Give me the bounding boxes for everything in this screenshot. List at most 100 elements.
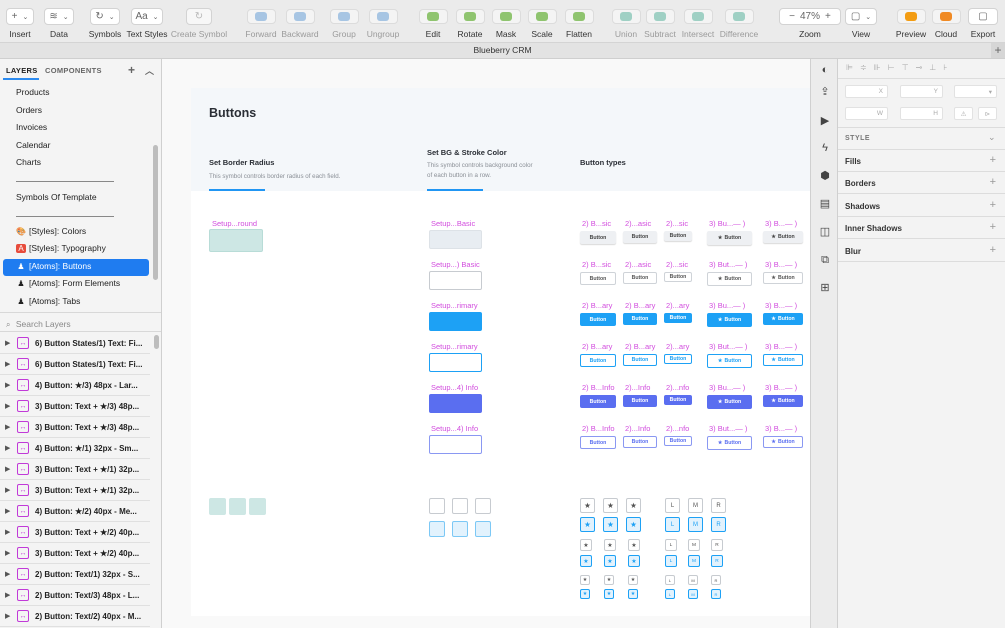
star-icon-button[interactable]: ★ [580, 589, 590, 599]
add-icon[interactable]: + [990, 154, 996, 166]
button-symbol[interactable]: ★ Button [707, 272, 752, 286]
layer-row[interactable]: ▶ ↔ 4) Button: ★/2) 40px - Me... [0, 501, 150, 522]
add-icon[interactable]: + [990, 199, 996, 211]
color-swatch-outline[interactable] [452, 498, 468, 514]
star-icon-button[interactable]: ★ [628, 575, 638, 585]
star-icon-button[interactable]: ★ [604, 539, 616, 551]
size-icon-button[interactable]: L [665, 539, 677, 551]
align-bottom-icon[interactable]: ⊥ [929, 63, 936, 78]
add-tab-icon[interactable]: + [991, 43, 1005, 58]
radius-swatch-small[interactable] [209, 498, 226, 515]
size-icon-button[interactable]: R [711, 555, 723, 567]
size-icon-button[interactable]: L [665, 589, 675, 599]
inspector-section-fills[interactable]: Fills + [838, 150, 1005, 172]
layer-search[interactable]: ⌕ Search Layers [0, 312, 161, 332]
button-symbol[interactable]: ★ Button [763, 395, 803, 407]
size-icon-button[interactable]: M [688, 539, 700, 551]
size-icon-button[interactable]: M [688, 575, 698, 585]
view-icon[interactable]: ▢ ⌄ [845, 8, 877, 25]
tab-layers[interactable]: LAYERS [6, 66, 38, 75]
button-symbol[interactable]: Button [580, 313, 616, 326]
add-page-icon[interactable]: + [128, 63, 135, 77]
disclosure-triangle-icon[interactable]: ▶ [5, 423, 14, 431]
button-symbol[interactable]: Button [580, 231, 616, 244]
color-setup-swatch[interactable] [429, 435, 482, 454]
search-input[interactable]: Search Layers [16, 319, 71, 329]
star-icon-button[interactable]: ★ [626, 517, 641, 532]
star-icon-button[interactable]: ★ [628, 539, 640, 551]
button-symbol[interactable]: ★ Button [707, 354, 752, 368]
page-item[interactable]: A [Styles]: Typography [16, 243, 106, 254]
size-icon-button[interactable]: L [665, 555, 677, 567]
y-field[interactable]: Y [900, 85, 943, 98]
star-icon-button[interactable]: ★ [603, 498, 618, 513]
button-symbol[interactable]: ★ Button [763, 313, 803, 325]
layer-row[interactable]: ▶ ↔ 3) Button: Text + ★/3) 48p... [0, 396, 150, 417]
layer-row[interactable]: ▶ ↔ 3) Button: Text + ★/2) 40p... [0, 543, 150, 564]
button-symbol[interactable]: ★ Button [707, 395, 752, 409]
upload-icon[interactable]: ⇪ [818, 85, 832, 99]
button-symbol[interactable]: ★ Button [763, 231, 803, 243]
disclosure-triangle-icon[interactable]: ▶ [5, 444, 14, 452]
crop-icon[interactable]: ⧉ [818, 253, 832, 267]
radius-swatch-small[interactable] [249, 498, 266, 515]
page-item[interactable]: Symbols Of Template [16, 192, 97, 202]
button-symbol[interactable]: Button [623, 395, 657, 407]
color-swatch-blue[interactable] [475, 521, 491, 537]
add-icon[interactable]: + [990, 176, 996, 188]
page-item[interactable]: Products [16, 87, 50, 97]
disclosure-triangle-icon[interactable]: ▶ [5, 612, 14, 620]
button-symbol[interactable]: Button [623, 354, 657, 366]
page-item[interactable]: ♟ [Atoms]: Tabs [16, 296, 80, 306]
inspector-section-blur[interactable]: Blur + [838, 240, 1005, 262]
layer-row[interactable]: ▶ ↔ 3) Button: Text + ★/3) 48p... [0, 417, 150, 438]
layer-row[interactable]: ▶ ↔ 6) Button States/1) Text: Fi... [0, 333, 150, 354]
star-icon-button[interactable]: ★ [604, 575, 614, 585]
size-icon-button[interactable]: L [665, 498, 680, 513]
align-right-icon[interactable]: ⊪ [874, 63, 881, 78]
size-icon-button[interactable]: M [688, 589, 698, 599]
size-icon-button[interactable]: R [711, 575, 721, 585]
add-icon[interactable]: + [990, 221, 996, 233]
toolbar-export[interactable]: ▢ Export [948, 0, 1005, 42]
star-icon-button[interactable]: ★ [628, 555, 640, 567]
star-icon-button[interactable]: ★ [626, 498, 641, 513]
button-symbol[interactable]: Button [664, 436, 692, 446]
hexagon-icon[interactable]: ⬢ [818, 169, 832, 183]
align-top-icon[interactable]: ⊤ [902, 63, 909, 78]
star-icon-button[interactable]: ★ [604, 555, 616, 567]
disclosure-triangle-icon[interactable]: ▶ [5, 381, 14, 389]
flatten-icon[interactable] [564, 8, 594, 25]
sketch-style-icon[interactable]: ◐ [818, 63, 832, 77]
size-icon-button[interactable]: R [711, 498, 726, 513]
button-symbol[interactable]: ★ Button [763, 436, 803, 448]
button-symbol[interactable]: ★ Button [707, 231, 752, 245]
distribute-vertical-icon[interactable]: ⊦ [943, 63, 947, 78]
layout-grid-icon[interactable]: ▤ [818, 197, 832, 211]
disclosure-triangle-icon[interactable]: ▶ [5, 339, 14, 347]
layer-row[interactable]: ▶ ↔ 3) Button: Text + ★/1) 32p... [0, 459, 150, 480]
size-icon-button[interactable]: M [688, 517, 703, 532]
star-icon-button[interactable]: ★ [580, 539, 592, 551]
layer-row[interactable]: ▶ ↔ 3) Button: Text + ★/2) 40p... [0, 522, 150, 543]
color-swatch-blue[interactable] [452, 521, 468, 537]
color-setup-swatch[interactable] [429, 394, 482, 413]
x-field[interactable]: X [845, 85, 888, 98]
button-symbol[interactable]: Button [623, 272, 657, 284]
star-icon-button[interactable]: ★ [580, 517, 595, 532]
artboard-buttons[interactable]: Buttons Set Border Radius This symbol co… [191, 88, 810, 616]
color-swatch-outline[interactable] [475, 498, 491, 514]
disclosure-triangle-icon[interactable]: ▶ [5, 402, 14, 410]
star-icon-button[interactable]: ★ [604, 589, 614, 599]
canvas[interactable]: Buttons Set Border Radius This symbol co… [162, 59, 810, 628]
size-icon-button[interactable]: R [711, 517, 726, 532]
page-item[interactable]: ♟ [Atoms]: Buttons [16, 261, 91, 271]
button-symbol[interactable]: Button [664, 272, 692, 282]
star-icon-button[interactable]: ★ [603, 517, 618, 532]
rotation-field[interactable]: ▾ [954, 85, 997, 98]
star-icon-button[interactable]: ★ [628, 589, 638, 599]
layer-row[interactable]: ▶ ↔ 4) Button: ★/3) 48px - Lar... [0, 375, 150, 396]
layer-row[interactable]: ▶ ↔ 2) Button: Text/3) 48px - L... [0, 585, 150, 606]
button-symbol[interactable]: Button [664, 395, 692, 405]
lightning-icon[interactable]: ϟ [818, 141, 832, 155]
